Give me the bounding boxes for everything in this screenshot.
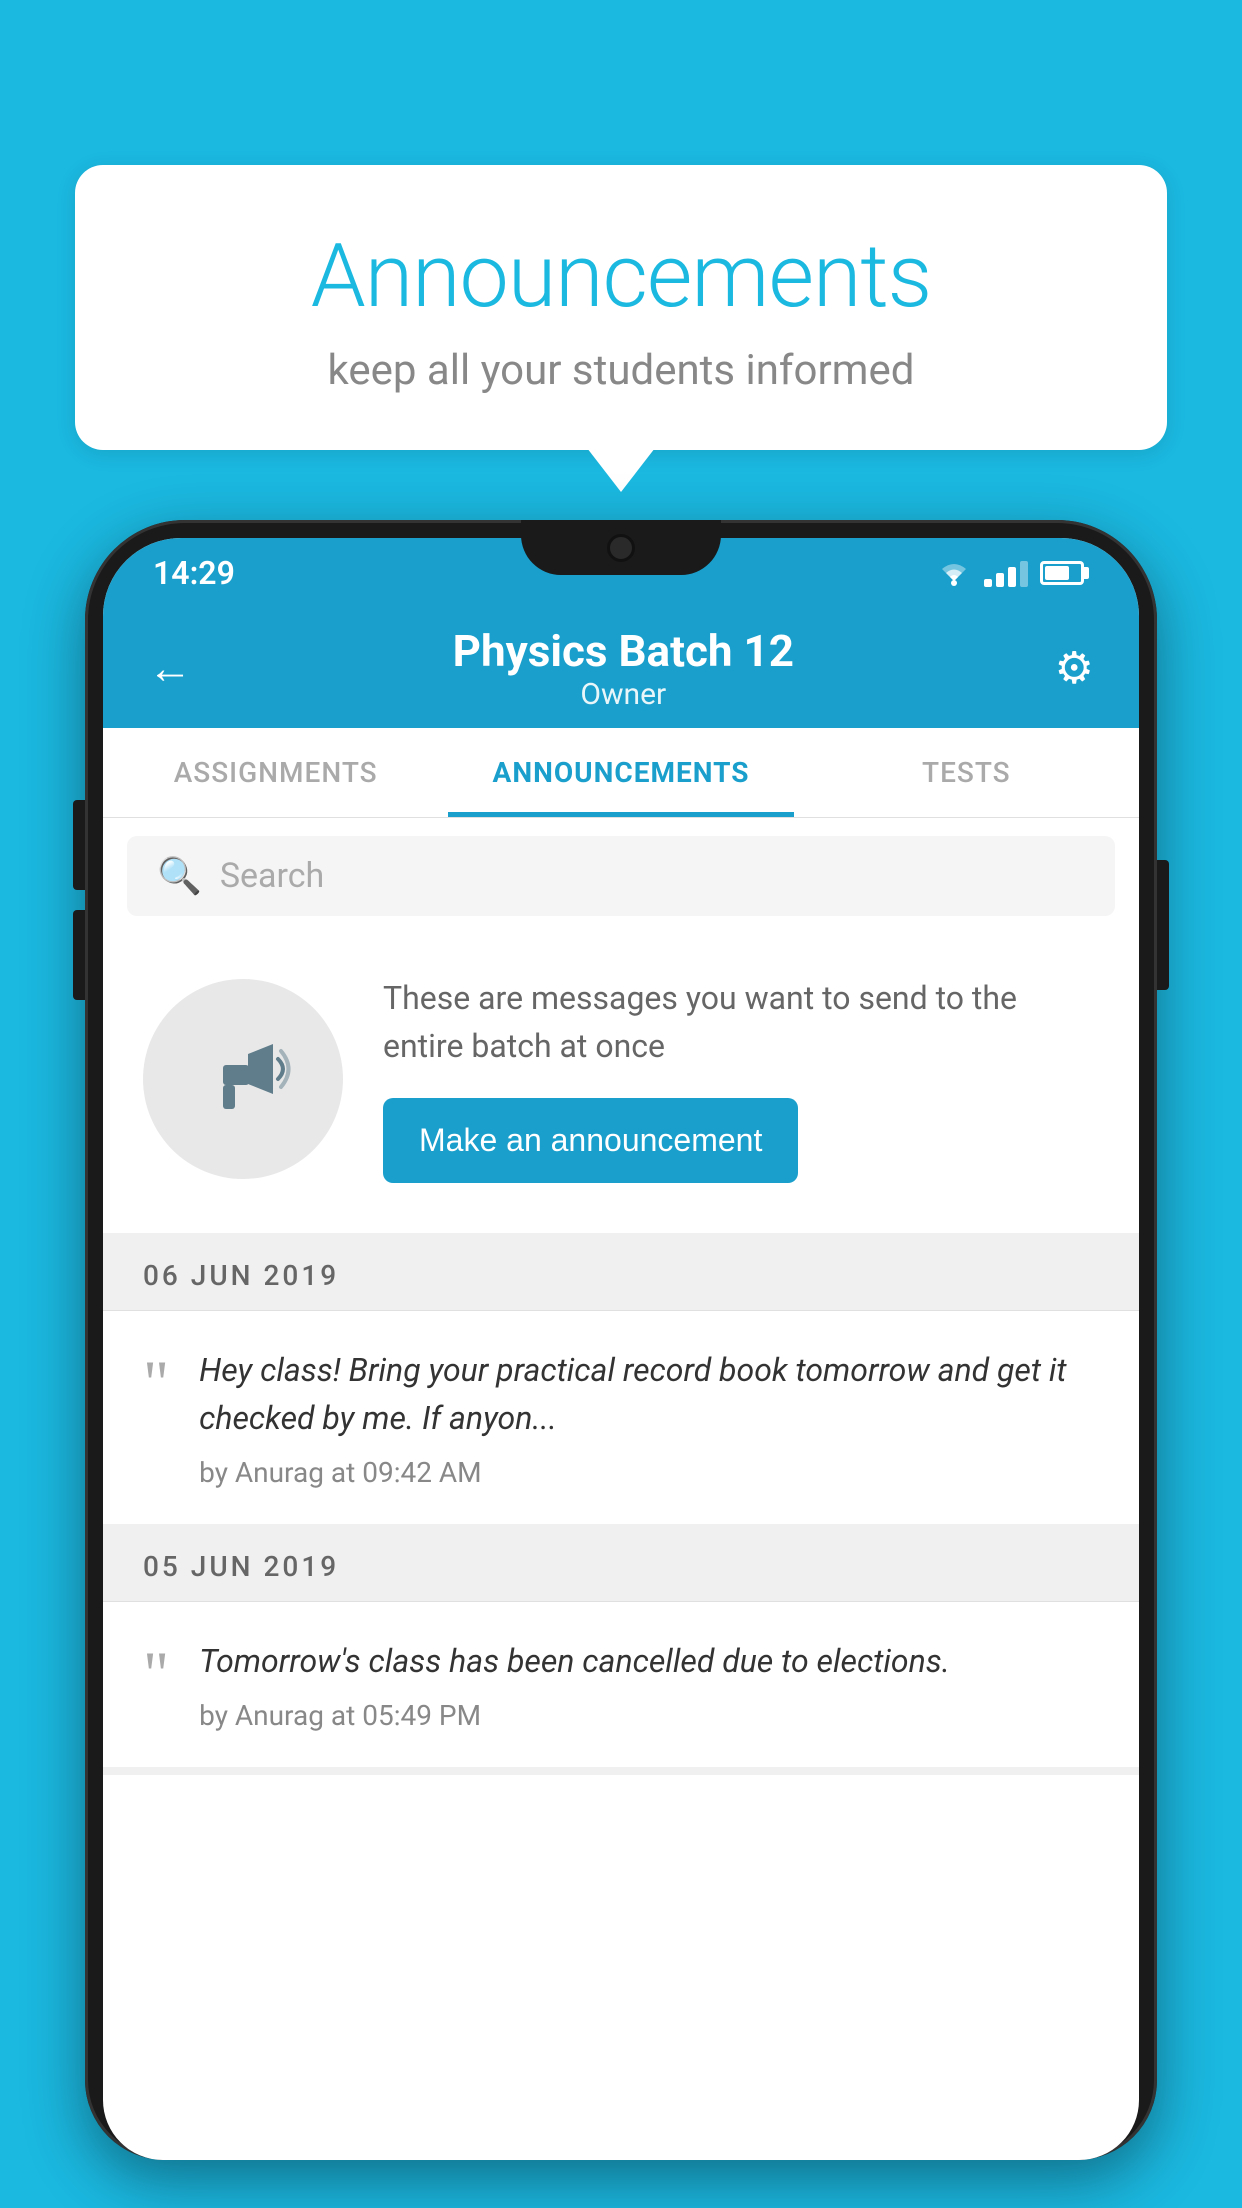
app-header: ← Physics Batch 12 Owner ⚙ bbox=[103, 608, 1139, 728]
phone-camera bbox=[607, 534, 635, 562]
signal-icon bbox=[984, 559, 1028, 587]
bubble-subtitle: keep all your students informed bbox=[155, 346, 1087, 395]
speech-bubble-section: Announcements keep all your students inf… bbox=[75, 165, 1167, 450]
date-separator-2: 05 JUN 2019 bbox=[103, 1532, 1139, 1602]
phone-notch bbox=[521, 520, 721, 575]
search-icon: 🔍 bbox=[157, 855, 202, 897]
phone-wrapper: 14:29 bbox=[85, 520, 1157, 2208]
header-center: Physics Batch 12 Owner bbox=[453, 625, 794, 712]
wifi-icon bbox=[936, 559, 972, 587]
announcement-item-1[interactable]: " Hey class! Bring your practical record… bbox=[103, 1311, 1139, 1532]
tab-bar: ASSIGNMENTS ANNOUNCEMENTS TESTS bbox=[103, 728, 1139, 818]
side-button-left-bottom bbox=[73, 910, 85, 1000]
make-announcement-button[interactable]: Make an announcement bbox=[383, 1098, 798, 1183]
date-separator-1: 06 JUN 2019 bbox=[103, 1241, 1139, 1311]
battery-icon bbox=[1040, 561, 1084, 585]
phone-outer: 14:29 bbox=[85, 520, 1157, 2160]
announcement-meta-1: by Anurag at 09:42 AM bbox=[199, 1456, 1099, 1489]
announcement-meta-2: by Anurag at 05:49 PM bbox=[199, 1699, 1099, 1732]
search-bar[interactable]: 🔍 Search bbox=[127, 836, 1115, 916]
side-button-left-top bbox=[73, 800, 85, 890]
announcement-prompt: These are messages you want to send to t… bbox=[103, 934, 1139, 1241]
quote-icon-1: " bbox=[143, 1351, 169, 1415]
megaphone-circle bbox=[143, 979, 343, 1179]
megaphone-icon bbox=[193, 1029, 293, 1129]
announcement-content-1: Hey class! Bring your practical record b… bbox=[199, 1346, 1099, 1489]
side-button-right bbox=[1157, 860, 1169, 990]
status-icons bbox=[936, 559, 1084, 587]
announcement-item-2[interactable]: " Tomorrow's class has been cancelled du… bbox=[103, 1602, 1139, 1775]
quote-icon-2: " bbox=[143, 1642, 169, 1706]
search-container: 🔍 Search bbox=[103, 818, 1139, 934]
status-time: 14:29 bbox=[153, 554, 235, 592]
back-button[interactable]: ← bbox=[148, 646, 192, 690]
phone-screen: 14:29 bbox=[103, 538, 1139, 2160]
announcement-text-1: Hey class! Bring your practical record b… bbox=[199, 1346, 1099, 1442]
header-title: Physics Batch 12 bbox=[453, 625, 794, 677]
settings-icon[interactable]: ⚙ bbox=[1055, 642, 1094, 694]
prompt-right: These are messages you want to send to t… bbox=[383, 974, 1099, 1183]
tab-announcements[interactable]: ANNOUNCEMENTS bbox=[448, 728, 793, 817]
header-subtitle: Owner bbox=[453, 677, 794, 712]
prompt-description: These are messages you want to send to t… bbox=[383, 974, 1099, 1070]
tab-assignments[interactable]: ASSIGNMENTS bbox=[103, 728, 448, 817]
search-placeholder: Search bbox=[220, 856, 324, 896]
bubble-title: Announcements bbox=[155, 225, 1087, 328]
battery-fill bbox=[1045, 566, 1069, 580]
speech-bubble: Announcements keep all your students inf… bbox=[75, 165, 1167, 450]
tab-tests[interactable]: TESTS bbox=[794, 728, 1139, 817]
announcement-text-2: Tomorrow's class has been cancelled due … bbox=[199, 1637, 1099, 1685]
announcement-content-2: Tomorrow's class has been cancelled due … bbox=[199, 1637, 1099, 1732]
